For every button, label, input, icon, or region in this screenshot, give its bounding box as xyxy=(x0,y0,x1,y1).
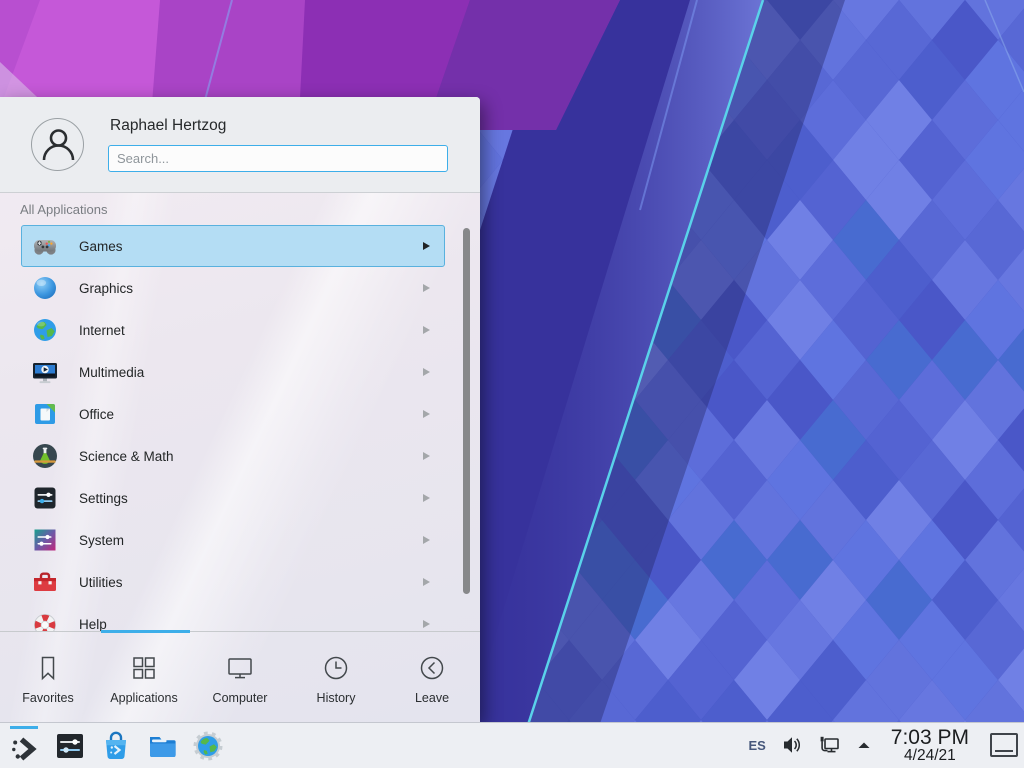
discover-bag-icon xyxy=(100,730,132,762)
category-help[interactable]: Help xyxy=(21,603,445,631)
section-label: All Applications xyxy=(20,202,480,217)
category-label: Help xyxy=(79,617,107,632)
settings-dark-icon xyxy=(54,730,86,762)
scrollbar[interactable] xyxy=(463,228,470,594)
discover-button[interactable] xyxy=(100,730,132,762)
category-multimedia[interactable]: Multimedia xyxy=(21,351,445,393)
category-label: Utilities xyxy=(79,575,123,590)
tab-leave[interactable]: Leave xyxy=(384,632,480,722)
grid-icon xyxy=(129,653,159,683)
category-internet[interactable]: Internet xyxy=(21,309,445,351)
submenu-arrow-icon xyxy=(423,536,430,544)
tab-history[interactable]: History xyxy=(288,632,384,722)
toolbox-icon xyxy=(32,569,58,595)
document-icon xyxy=(32,401,58,427)
desktop: Raphael Hertzog All Applications xyxy=(0,0,1024,768)
application-launcher-menu: Raphael Hertzog All Applications xyxy=(0,97,480,722)
category-graphics[interactable]: Graphics xyxy=(21,267,445,309)
digital-clock[interactable]: 7:03 PM 4/24/21 xyxy=(891,727,969,764)
clock-icon xyxy=(321,653,351,683)
category-utilities[interactable]: Utilities xyxy=(21,561,445,603)
tab-label: Applications xyxy=(110,691,177,705)
volume-icon[interactable] xyxy=(781,734,803,756)
user-avatar xyxy=(31,118,84,171)
category-label: Settings xyxy=(79,491,128,506)
category-label: System xyxy=(79,533,124,548)
show-desktop-button[interactable] xyxy=(990,733,1018,757)
user-name: Raphael Hertzog xyxy=(110,117,226,135)
caret-up-icon[interactable] xyxy=(856,737,872,753)
submenu-arrow-icon xyxy=(423,410,430,418)
category-label: Games xyxy=(79,239,123,254)
application-launcher-button[interactable] xyxy=(8,733,40,765)
flask-icon xyxy=(32,443,58,469)
clock-date: 4/24/21 xyxy=(891,748,969,764)
user-icon xyxy=(32,119,85,172)
network-icon[interactable] xyxy=(818,734,841,756)
tab-label: Leave xyxy=(415,691,449,705)
active-task-indicator xyxy=(10,726,38,729)
tab-favorites[interactable]: Favorites xyxy=(0,632,96,722)
category-label: Internet xyxy=(79,323,125,338)
category-label: Science & Math xyxy=(79,449,174,464)
launcher-tab-bar: Favorites Applications xyxy=(0,631,480,722)
monitor-icon xyxy=(225,653,255,683)
tab-label: History xyxy=(317,691,356,705)
system-settings-button[interactable] xyxy=(54,730,86,762)
submenu-arrow-icon xyxy=(423,578,430,586)
tab-label: Favorites xyxy=(22,691,73,705)
system-sliders-icon xyxy=(32,527,58,553)
gamepad-icon xyxy=(32,233,58,259)
category-system[interactable]: System xyxy=(21,519,445,561)
taskbar-panel: ES 7:03 PM 4/24/21 xyxy=(0,722,1024,768)
submenu-arrow-icon xyxy=(423,242,430,250)
category-label: Multimedia xyxy=(79,365,144,380)
submenu-arrow-icon xyxy=(423,452,430,460)
media-monitor-icon xyxy=(32,359,58,385)
globe-icon xyxy=(32,317,58,343)
lifebuoy-icon xyxy=(32,611,58,631)
tab-computer[interactable]: Computer xyxy=(192,632,288,722)
system-tray: ES 7:03 PM 4/24/21 xyxy=(748,727,1018,764)
panel-app-icons xyxy=(8,726,224,765)
category-games[interactable]: Games xyxy=(21,225,445,267)
submenu-arrow-icon xyxy=(423,494,430,502)
applications-panel: All Applications Games xyxy=(0,193,480,631)
submenu-arrow-icon xyxy=(423,284,430,292)
category-label: Graphics xyxy=(79,281,133,296)
clock-time: 7:03 PM xyxy=(891,727,969,748)
leave-icon xyxy=(417,653,447,683)
folder-icon xyxy=(146,730,178,762)
launcher-header: Raphael Hertzog xyxy=(0,97,480,193)
bookmark-icon xyxy=(33,653,63,683)
web-browser-button[interactable] xyxy=(192,730,224,762)
tab-applications[interactable]: Applications xyxy=(96,632,192,722)
keyboard-layout-indicator[interactable]: ES xyxy=(748,738,765,753)
sliders-icon xyxy=(32,485,58,511)
active-tab-indicator xyxy=(101,630,190,633)
search-input[interactable] xyxy=(108,145,448,172)
submenu-arrow-icon xyxy=(423,368,430,376)
category-settings[interactable]: Settings xyxy=(21,477,445,519)
submenu-arrow-icon xyxy=(423,620,430,628)
sphere-icon xyxy=(32,275,58,301)
submenu-arrow-icon xyxy=(423,326,430,334)
category-science-math[interactable]: Science & Math xyxy=(21,435,445,477)
kde-launcher-icon xyxy=(8,733,40,765)
file-manager-button[interactable] xyxy=(146,730,178,762)
category-office[interactable]: Office xyxy=(21,393,445,435)
category-label: Office xyxy=(79,407,114,422)
category-list: Games Graphics xyxy=(0,225,480,631)
globe-gear-icon xyxy=(192,730,224,762)
tab-label: Computer xyxy=(213,691,268,705)
